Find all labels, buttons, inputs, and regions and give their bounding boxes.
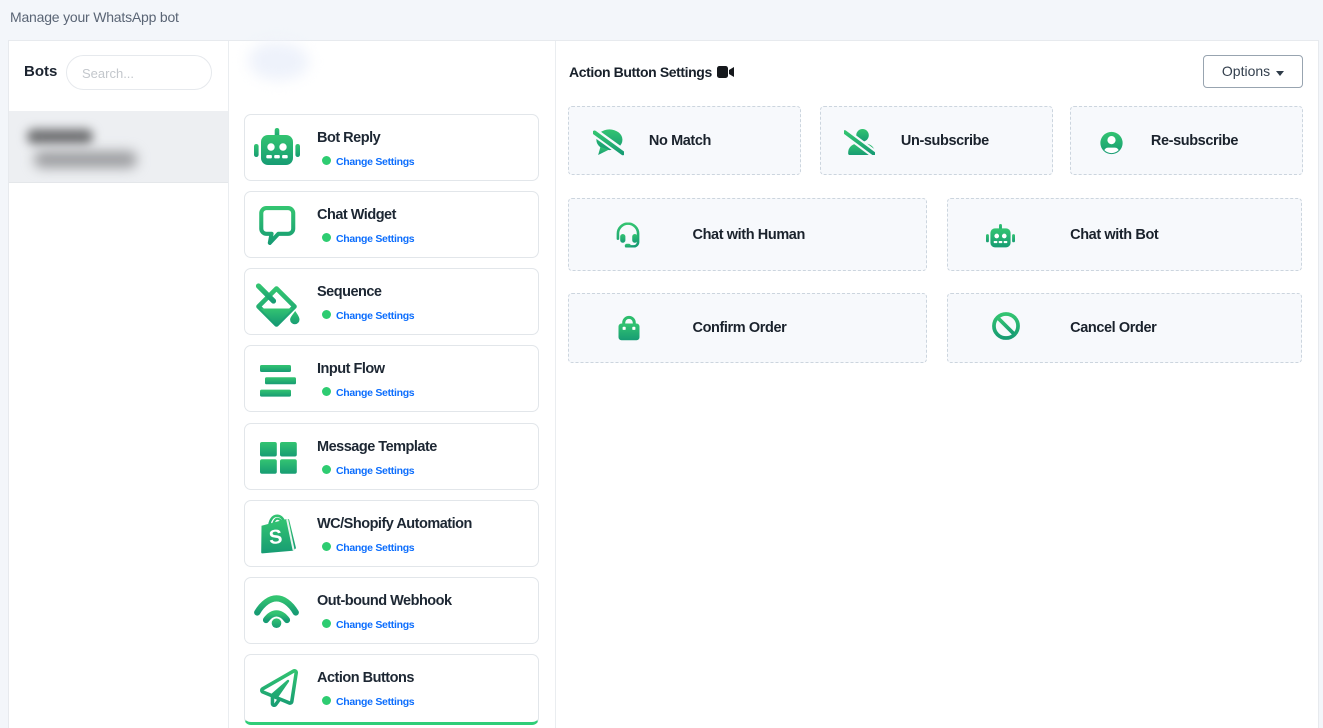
svg-text:S: S (268, 526, 283, 549)
